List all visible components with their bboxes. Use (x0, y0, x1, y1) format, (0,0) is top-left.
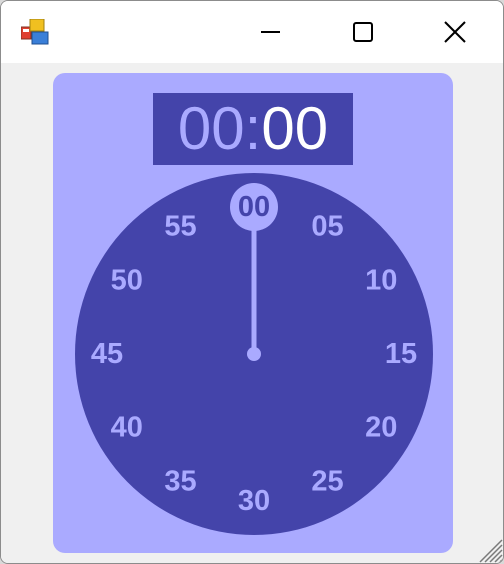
dial-label-00: 00 (238, 191, 270, 223)
time-minutes: 00 (177, 95, 245, 162)
dial-label-30: 30 (238, 485, 270, 517)
time-display: 00:00 (153, 93, 353, 165)
app-icon (21, 19, 49, 45)
minimize-button[interactable] (225, 1, 317, 63)
maximize-icon (353, 22, 373, 42)
app-window: 00:00 05 10 15 20 25 30 35 40 45 50 55 00 (0, 0, 504, 564)
maximize-button[interactable] (317, 1, 409, 63)
close-button[interactable] (409, 1, 501, 63)
dial-label-25: 25 (311, 465, 343, 497)
dial-label-10: 10 (365, 265, 397, 297)
close-icon (444, 21, 466, 43)
dial-label-45: 45 (91, 338, 123, 370)
dial-label-55: 55 (164, 211, 196, 243)
dial-hand-pivot (247, 347, 261, 361)
time-seconds: 00 (261, 95, 329, 162)
client-area: 00:00 05 10 15 20 25 30 35 40 45 50 55 00 (1, 63, 503, 563)
dial-label-15: 15 (385, 338, 417, 370)
stopwatch-panel: 00:00 05 10 15 20 25 30 35 40 45 50 55 00 (53, 73, 453, 553)
time-separator: : (244, 95, 262, 162)
minimize-icon (261, 31, 280, 33)
dial-label-05: 05 (311, 211, 343, 243)
dial-label-50: 50 (111, 265, 143, 297)
stopwatch-dial[interactable]: 05 10 15 20 25 30 35 40 45 50 55 00 (75, 173, 433, 535)
title-bar[interactable] (1, 1, 503, 63)
dial-label-40: 40 (111, 412, 143, 444)
dial-label-20: 20 (365, 412, 397, 444)
dial-label-35: 35 (164, 465, 196, 497)
resize-grip-icon[interactable] (475, 535, 503, 563)
